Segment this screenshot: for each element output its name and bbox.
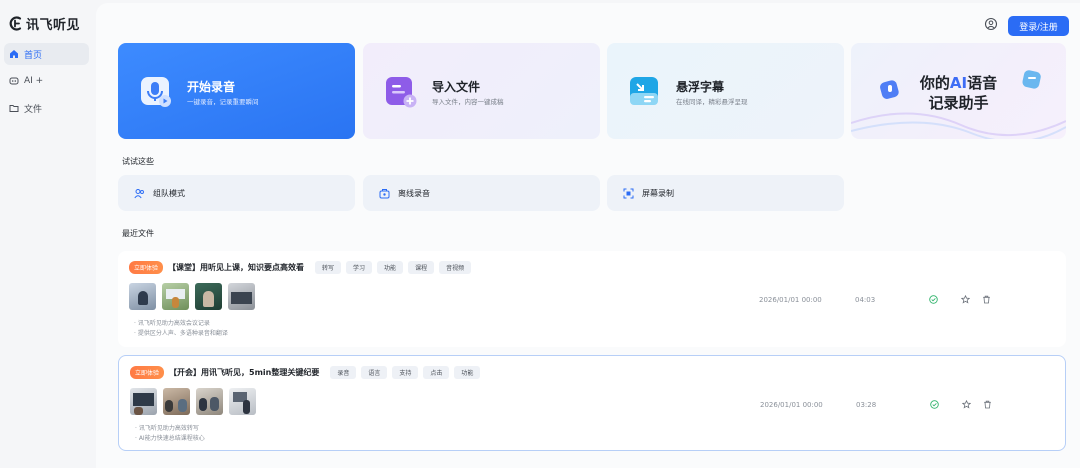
file-tag: 语言: [361, 366, 388, 379]
thumbnail-image: [196, 388, 223, 415]
import-file-icon: [386, 77, 417, 108]
chat-bubble-icon: [1022, 70, 1041, 89]
file-tag: 功能: [454, 366, 481, 379]
file-row[interactable]: 立即体验 【开会】用讯飞听见，5min整理关键纪要 录音 语言 支持 点击 功能…: [118, 355, 1066, 451]
promo-text-part: 你的: [919, 74, 950, 92]
team-icon: [134, 188, 144, 198]
try-now-badge[interactable]: 立即体验: [129, 261, 164, 274]
thumbnail-image: [228, 283, 255, 310]
sidebar-item-label: 首页: [24, 50, 43, 61]
note-line: AI能力快速总结课程核心: [135, 434, 205, 444]
thumbnail-image: [163, 388, 190, 415]
thumbnail-strip: [129, 283, 255, 310]
user-switch-icon[interactable]: [984, 17, 998, 31]
file-date: 2026/01/01 00:00: [760, 401, 823, 409]
feature-subtitle: 在线同译，精彩悬浮呈现: [676, 98, 748, 106]
promo-text-part: 语音: [967, 74, 998, 92]
file-title: 【开会】用讯飞听见，5min整理关键纪要: [169, 368, 320, 377]
thumbnail-image: [130, 388, 157, 415]
sidebar-item-label: 文件: [24, 104, 43, 115]
sidebar-item-ai[interactable]: AI +: [4, 70, 89, 92]
file-tag: 音视频: [439, 261, 472, 274]
file-tag: 功能: [377, 261, 404, 274]
promo-wave-decoration: [851, 112, 1066, 139]
screen-record-button[interactable]: 屏幕录制: [607, 175, 844, 211]
thumbnail-image: [162, 283, 189, 310]
screen-record-icon: [623, 188, 634, 198]
try-section-title: 试试这些: [122, 157, 154, 166]
star-icon[interactable]: [962, 400, 971, 409]
file-row[interactable]: 立即体验 【课堂】用听见上课，知识要点高效看 转写 学习 功能 课程 音视频 讯…: [118, 251, 1066, 347]
thumbnail-image: [229, 388, 256, 415]
promo-text-ai: AI: [949, 74, 968, 92]
check-circle-icon: [929, 295, 938, 304]
feature-subtitle: 一键录音，记录重要瞬间: [187, 98, 259, 106]
start-recording-card[interactable]: 开始录音 一键录音，记录重要瞬间: [118, 43, 355, 139]
team-mode-button[interactable]: 组队模式: [118, 175, 355, 211]
quick-label: 离线录音: [398, 188, 430, 198]
trash-icon[interactable]: [982, 295, 991, 304]
quick-label: 屏幕录制: [642, 188, 674, 198]
sidebar: 讯飞听见 首页 AI + 文件: [0, 0, 95, 468]
trash-icon[interactable]: [983, 400, 992, 409]
file-header: 立即体验 【课堂】用听见上课，知识要点高效看 转写 学习 功能 课程 音视频: [129, 261, 472, 274]
file-tag: 点击: [423, 366, 450, 379]
sidebar-item-home[interactable]: 首页: [4, 43, 89, 65]
promo-banner[interactable]: 你的AI语音 记录助手: [851, 43, 1066, 139]
app-name: 讯飞听见: [26, 18, 81, 33]
feature-subtitle: 导入文件，内容一键成稿: [432, 98, 504, 106]
home-icon: [10, 50, 18, 58]
sidebar-item-files[interactable]: 文件: [4, 97, 89, 119]
file-duration: 03:28: [856, 401, 877, 409]
mic-bubble-icon: [880, 80, 899, 99]
note-line: 讯飞听见助力高效会议记录: [134, 319, 228, 329]
mic-icon: [141, 77, 171, 107]
sidebar-item-label: AI +: [24, 76, 44, 86]
thumbnail-strip: [130, 388, 256, 415]
file-title: 【课堂】用听见上课，知识要点高效看: [168, 263, 305, 272]
caption-icon: [630, 77, 658, 105]
main-panel: 登录/注册 开始录音 一键录音，记录重要瞬间 导入文件 导入文件，内容一键成稿 …: [96, 3, 1080, 468]
app-window: 讯飞听见 首页 AI + 文件 登录/注册 开始录音 一键录音，记录重要瞬间 导…: [0, 0, 1080, 468]
quick-label: 组队模式: [153, 188, 185, 198]
thumbnail-image: [129, 283, 156, 310]
note-line: 讯飞听见助力高效转写: [135, 424, 205, 434]
try-now-badge[interactable]: 立即体验: [130, 366, 165, 379]
file-tag: 录音: [330, 366, 357, 379]
ai-icon: [9, 77, 19, 85]
feature-title: 悬浮字幕: [676, 80, 725, 94]
offline-record-button[interactable]: 离线录音: [363, 175, 600, 211]
app-logo: 讯飞听见: [8, 14, 80, 33]
import-file-card[interactable]: 导入文件 导入文件，内容一键成稿: [363, 43, 600, 139]
file-tag: 支持: [392, 366, 419, 379]
file-tag: 学习: [346, 261, 373, 274]
check-circle-icon: [930, 400, 939, 409]
thumbnail-image: [195, 283, 222, 310]
file-notes: 讯飞听见助力高效转写 AI能力快速总结课程核心: [135, 424, 205, 444]
star-icon[interactable]: [961, 295, 970, 304]
file-date: 2026/01/01 00:00: [759, 296, 822, 304]
note-line: 提供区分人声、多语种录音和翻译: [134, 329, 228, 339]
offline-record-icon: [379, 188, 390, 198]
feature-title: 导入文件: [432, 80, 481, 94]
file-tag: 转写: [315, 261, 342, 274]
file-header: 立即体验 【开会】用讯飞听见，5min整理关键纪要 录音 语言 支持 点击 功能: [130, 366, 481, 379]
folder-icon: [9, 105, 19, 112]
floating-caption-card[interactable]: 悬浮字幕 在线同译，精彩悬浮呈现: [607, 43, 844, 139]
login-button[interactable]: 登录/注册: [1008, 16, 1069, 36]
logo-icon: [9, 16, 22, 31]
recent-section-title: 最近文件: [122, 229, 154, 238]
file-tag: 课程: [408, 261, 435, 274]
feature-title: 开始录音: [187, 80, 236, 94]
file-notes: 讯飞听见助力高效会议记录 提供区分人声、多语种录音和翻译: [134, 319, 228, 339]
file-duration: 04:03: [855, 296, 876, 304]
